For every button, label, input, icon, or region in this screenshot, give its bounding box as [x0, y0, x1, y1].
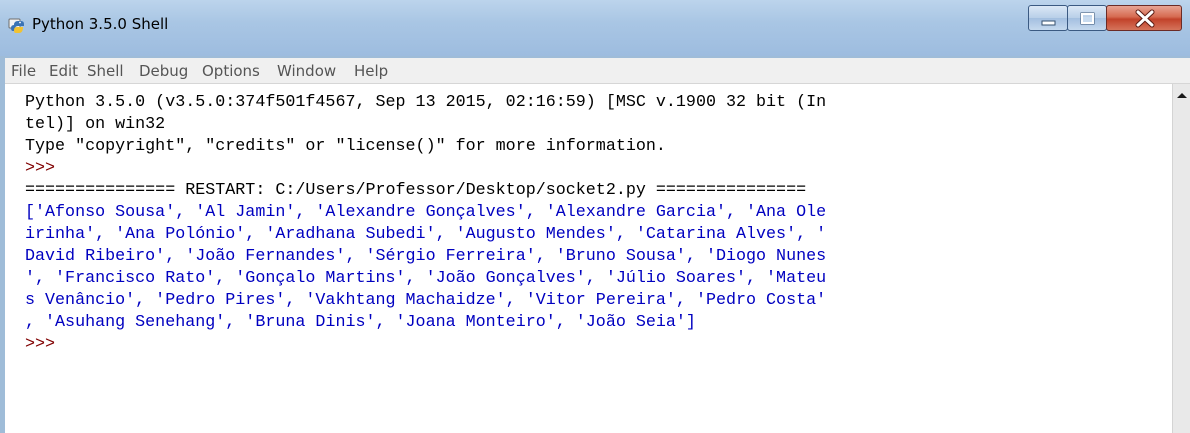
shell-output-line: irinha', 'Ana Polónio', 'Aradhana Subedi… [25, 225, 827, 244]
menu-help[interactable]: Help [354, 62, 388, 80]
shell-prompt: >>> [25, 159, 56, 178]
shell-prompt: >>> [25, 335, 56, 354]
shell-text-area[interactable]: Python 3.5.0 (v3.5.0:374f501f4567, Sep 1… [5, 84, 1172, 433]
minimize-icon [1041, 20, 1056, 26]
shell-line-restart: =============== RESTART: C:/Users/Profes… [25, 181, 807, 200]
maximize-button[interactable] [1067, 5, 1107, 31]
minimize-button[interactable] [1028, 5, 1068, 31]
python-idle-icon [8, 18, 24, 33]
menu-shell[interactable]: Shell [87, 62, 124, 80]
shell-output-line: , 'Asuhang Senehang', 'Bruna Dinis', 'Jo… [25, 313, 696, 332]
close-icon [1135, 9, 1155, 28]
shell-line-info: Type "copyright", "credits" or "license(… [25, 137, 666, 156]
shell-line-banner-cont: tel)] on win32 [25, 115, 166, 134]
shell-line-banner: Python 3.5.0 (v3.5.0:374f501f4567, Sep 1… [25, 93, 827, 112]
scroll-up-arrow-icon[interactable] [1175, 90, 1189, 100]
shell-output-line: s Venâncio', 'Pedro Pires', 'Vakhtang Ma… [25, 291, 827, 310]
menu-options[interactable]: Options [202, 62, 260, 80]
close-button[interactable] [1106, 5, 1182, 31]
title-bar[interactable]: Python 3.5.0 Shell [0, 0, 1190, 56]
menu-file[interactable]: File [11, 62, 36, 80]
window-title: Python 3.5.0 Shell [32, 15, 169, 33]
menu-debug[interactable]: Debug [139, 62, 188, 80]
maximize-icon [1080, 12, 1095, 25]
idle-shell-window: Python 3.5.0 Shell File Edit Shell Debug… [0, 0, 1190, 433]
menu-edit[interactable]: Edit [49, 62, 78, 80]
shell-output-line: David Ribeiro', 'João Fernandes', 'Sérgi… [25, 247, 827, 266]
shell-output-line: ', 'Francisco Rato', 'Gonçalo Martins', … [25, 269, 827, 288]
menu-bar: File Edit Shell Debug Options Window Hel… [5, 58, 1190, 84]
shell-output-line: ['Afonso Sousa', 'Al Jamin', 'Alexandre … [25, 203, 827, 222]
vertical-scrollbar[interactable] [1172, 84, 1190, 433]
menu-window[interactable]: Window [277, 62, 336, 80]
